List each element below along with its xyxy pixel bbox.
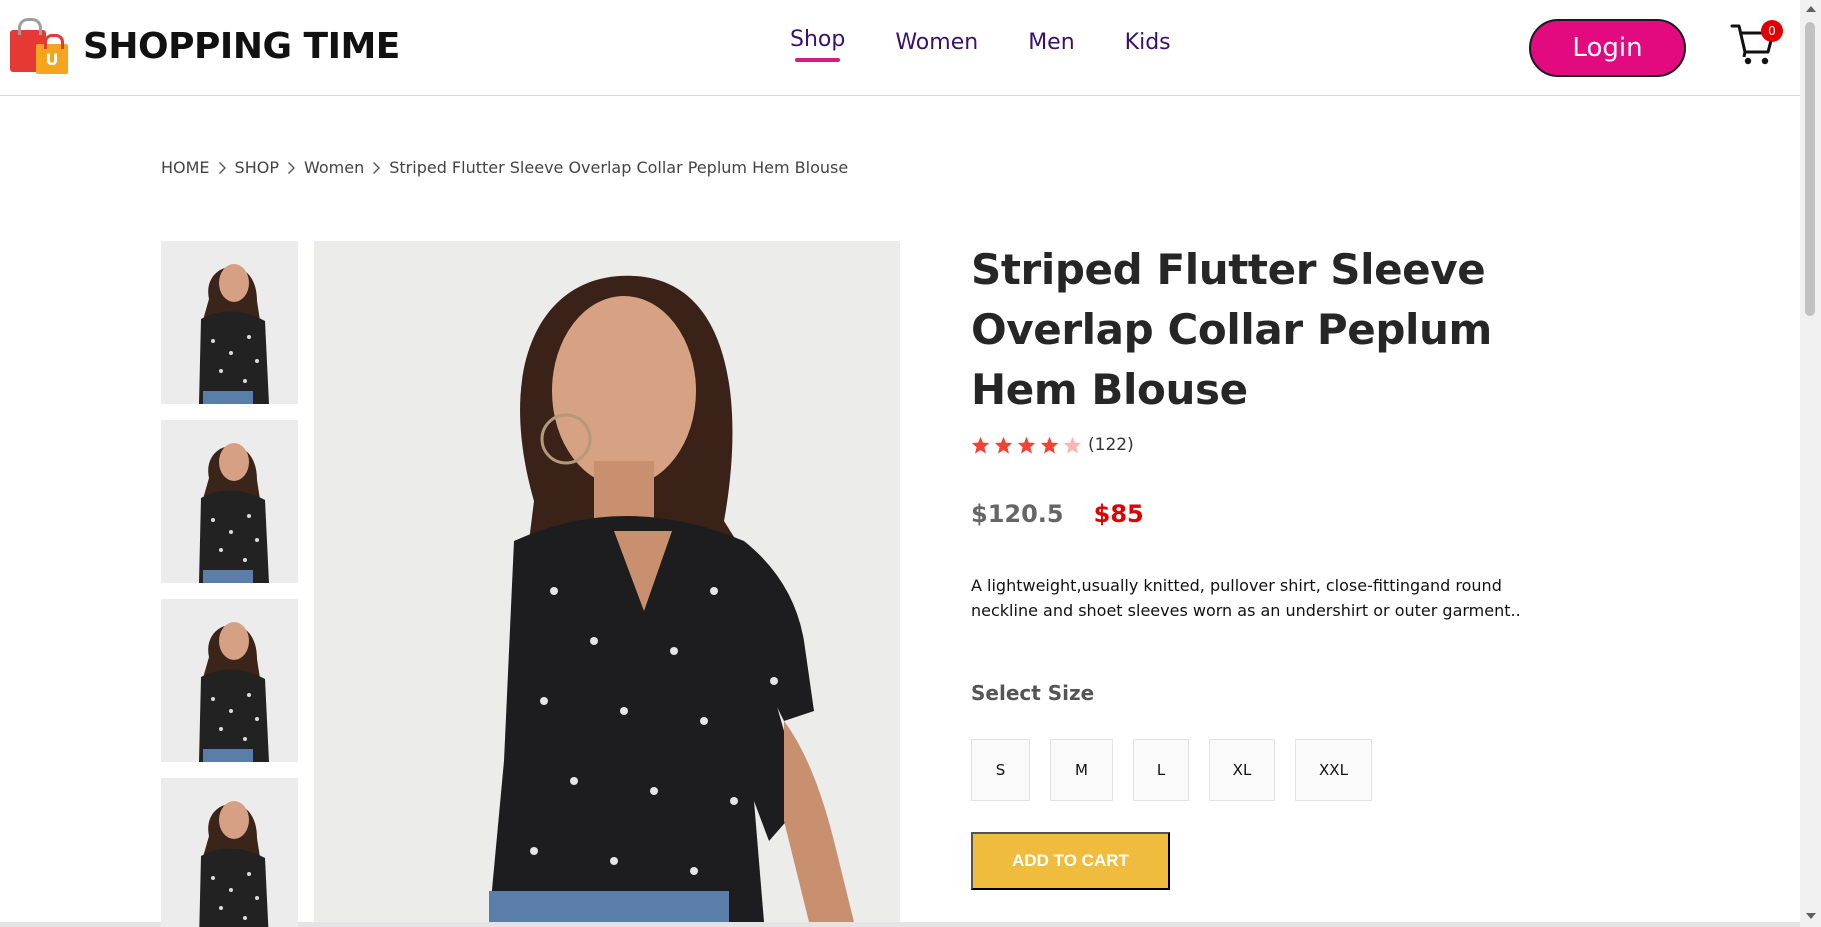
product-rating: (122) <box>971 435 1134 455</box>
nav-women[interactable]: Women <box>895 30 978 55</box>
product-main-image[interactable] <box>314 241 900 922</box>
product-thumbnail[interactable] <box>161 420 298 583</box>
price-block: $120.5 $85 <box>971 500 1144 528</box>
sale-price: $85 <box>1093 500 1144 528</box>
main-nav: Shop Women Men Kids <box>790 27 1171 62</box>
product-thumbnail[interactable] <box>161 778 298 927</box>
product-title: Striped Flutter Sleeve Overlap Collar Pe… <box>971 245 1492 414</box>
breadcrumb-current: Striped Flutter Sleeve Overlap Collar Pe… <box>389 158 849 177</box>
nav-shop[interactable]: Shop <box>790 27 845 62</box>
star-icon <box>994 436 1013 454</box>
breadcrumb: HOME SHOP Women Striped Flutter Sleeve O… <box>161 158 848 177</box>
star-icon <box>1040 436 1059 454</box>
scroll-up-icon[interactable] <box>1806 6 1816 12</box>
chevron-right-icon <box>287 161 296 175</box>
logo-letter: U <box>36 34 68 74</box>
thumbnail-list <box>161 241 298 927</box>
breadcrumb-shop[interactable]: SHOP <box>235 158 279 177</box>
shopping-bag-icon: U <box>10 18 70 74</box>
chevron-right-icon <box>372 161 381 175</box>
add-to-cart-button[interactable]: ADD TO CART <box>971 832 1170 890</box>
star-icon <box>971 436 990 454</box>
star-icon <box>1063 436 1082 454</box>
nav-kids[interactable]: Kids <box>1125 30 1171 55</box>
original-price: $120.5 <box>971 500 1064 528</box>
breadcrumb-home[interactable]: HOME <box>161 158 210 177</box>
size-option-xxl[interactable]: XXL <box>1295 739 1372 801</box>
star-icon <box>1017 436 1036 454</box>
size-option-s[interactable]: S <box>971 739 1030 801</box>
review-count: (122) <box>1088 435 1134 455</box>
vertical-scrollbar[interactable] <box>1800 0 1821 927</box>
chevron-right-icon <box>218 161 227 175</box>
size-option-m[interactable]: M <box>1050 739 1113 801</box>
scroll-thumb[interactable] <box>1805 22 1815 316</box>
product-thumbnail[interactable] <box>161 241 298 404</box>
size-option-xl[interactable]: XL <box>1209 739 1275 801</box>
cart-button[interactable]: 0 <box>1730 20 1784 68</box>
login-button[interactable]: Login <box>1529 19 1686 77</box>
brand-name: SHOPPING TIME <box>83 25 400 67</box>
size-option-l[interactable]: L <box>1133 739 1189 801</box>
cart-count-badge: 0 <box>1761 20 1783 42</box>
product-description: A lightweight,usually knitted, pullover … <box>971 576 1521 620</box>
site-header: U SHOPPING TIME Shop Women Men Kids Logi… <box>0 0 1800 96</box>
breadcrumb-women[interactable]: Women <box>304 158 364 177</box>
nav-men[interactable]: Men <box>1028 30 1074 55</box>
size-selector: S M L XL XXL <box>971 739 1392 801</box>
size-label: Select Size <box>971 681 1095 705</box>
product-thumbnail[interactable] <box>161 599 298 762</box>
scroll-down-icon[interactable] <box>1806 913 1816 919</box>
brand-logo[interactable]: U SHOPPING TIME <box>10 18 400 74</box>
